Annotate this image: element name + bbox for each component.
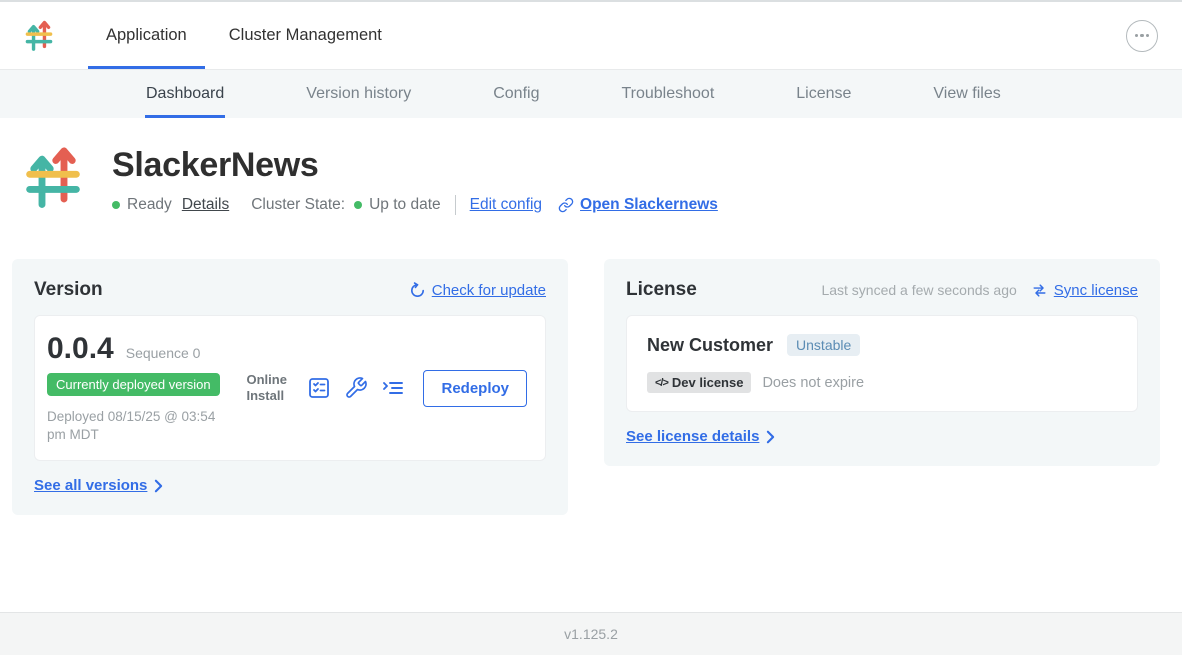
code-icon: </> (655, 377, 668, 389)
version-card: Version Check for update (12, 259, 568, 515)
version-card-title: Version (34, 279, 103, 301)
console-version: v1.125.2 (564, 626, 618, 642)
current-version-panel: 0.0.4 Sequence 0 Currently deployed vers… (34, 315, 546, 461)
sequence-label: Sequence 0 (126, 345, 201, 361)
install-type-label: Online Install (246, 372, 294, 405)
customer-name: New Customer (647, 335, 773, 356)
chevron-right-icon (766, 430, 775, 444)
open-slackernews-label: Open Slackernews (580, 196, 718, 214)
subnav-item-version-history[interactable]: Version history (305, 70, 412, 118)
open-slackernews-link[interactable]: Open Slackernews (558, 196, 718, 214)
app-status-row: Ready Details Cluster State: Up to date … (112, 195, 718, 215)
subnav-item-license[interactable]: License (795, 70, 852, 118)
status-details-link[interactable]: Details (182, 196, 229, 214)
see-all-versions-label: See all versions (34, 477, 147, 494)
top-navigation-bar: Application Cluster Management (0, 2, 1182, 70)
license-details-panel: New Customer Unstable </> Dev license Do… (626, 315, 1138, 412)
ready-status-dot-icon (112, 201, 120, 209)
version-number: 0.0.4 (47, 332, 114, 366)
refresh-icon (409, 282, 426, 299)
deployed-timestamp: Deployed 08/15/25 @ 03:54 pm MDT (47, 408, 232, 444)
license-type-badge: </> Dev license (647, 372, 751, 393)
subnav-item-config[interactable]: Config (492, 70, 540, 118)
more-menu-button[interactable] (1126, 20, 1158, 52)
config-wrench-icon[interactable] (344, 376, 368, 400)
see-all-versions-link[interactable]: See all versions (34, 477, 163, 494)
see-license-details-label: See license details (626, 428, 759, 445)
sync-license-label: Sync license (1054, 282, 1138, 299)
license-card-title: License (626, 279, 697, 301)
sync-license-link[interactable]: Sync license (1031, 282, 1138, 299)
check-for-update-link[interactable]: Check for update (409, 282, 546, 299)
cluster-state-dot-icon (354, 201, 362, 209)
console-footer: v1.125.2 (0, 612, 1182, 655)
app-header: SlackerNews Ready Details Cluster State:… (22, 144, 1170, 215)
divider (455, 195, 456, 215)
tab-cluster-management[interactable]: Cluster Management (211, 2, 400, 69)
see-license-details-link[interactable]: See license details (626, 428, 775, 445)
license-card: License Last synced a few seconds ago (604, 259, 1160, 466)
redeploy-button[interactable]: Redeploy (423, 370, 527, 407)
license-type-label: Dev license (672, 375, 744, 390)
app-logo-large-icon (22, 144, 84, 210)
app-sub-navigation: Dashboard Version history Config Trouble… (0, 70, 1182, 118)
cluster-state-value: Up to date (369, 196, 441, 214)
app-logo-icon (24, 19, 54, 52)
subnav-item-troubleshoot[interactable]: Troubleshoot (620, 70, 715, 118)
tab-application[interactable]: Application (88, 2, 205, 69)
dashboard-cards: Version Check for update (12, 259, 1170, 515)
dashboard-main: SlackerNews Ready Details Cluster State:… (0, 118, 1182, 612)
chevron-right-icon (154, 479, 163, 493)
check-for-update-label: Check for update (432, 282, 546, 299)
subnav-item-dashboard[interactable]: Dashboard (145, 70, 225, 118)
page-title: SlackerNews (112, 146, 718, 185)
license-expiration: Does not expire (762, 375, 864, 391)
ready-status-text: Ready (127, 196, 172, 214)
edit-config-link[interactable]: Edit config (470, 196, 542, 214)
ellipsis-icon (1135, 34, 1138, 37)
currently-deployed-badge: Currently deployed version (47, 373, 220, 396)
subnav-item-view-files[interactable]: View files (932, 70, 1001, 118)
top-tabs: Application Cluster Management (88, 2, 400, 69)
channel-badge: Unstable (787, 334, 860, 356)
deploy-logs-icon[interactable] (381, 376, 405, 400)
release-notes-icon[interactable] (307, 376, 331, 400)
last-synced-text: Last synced a few seconds ago (821, 282, 1016, 298)
link-chain-icon (558, 197, 574, 213)
cluster-state-label: Cluster State: (251, 196, 345, 214)
sync-arrows-icon (1031, 282, 1048, 299)
edit-config-label: Edit config (470, 196, 542, 214)
